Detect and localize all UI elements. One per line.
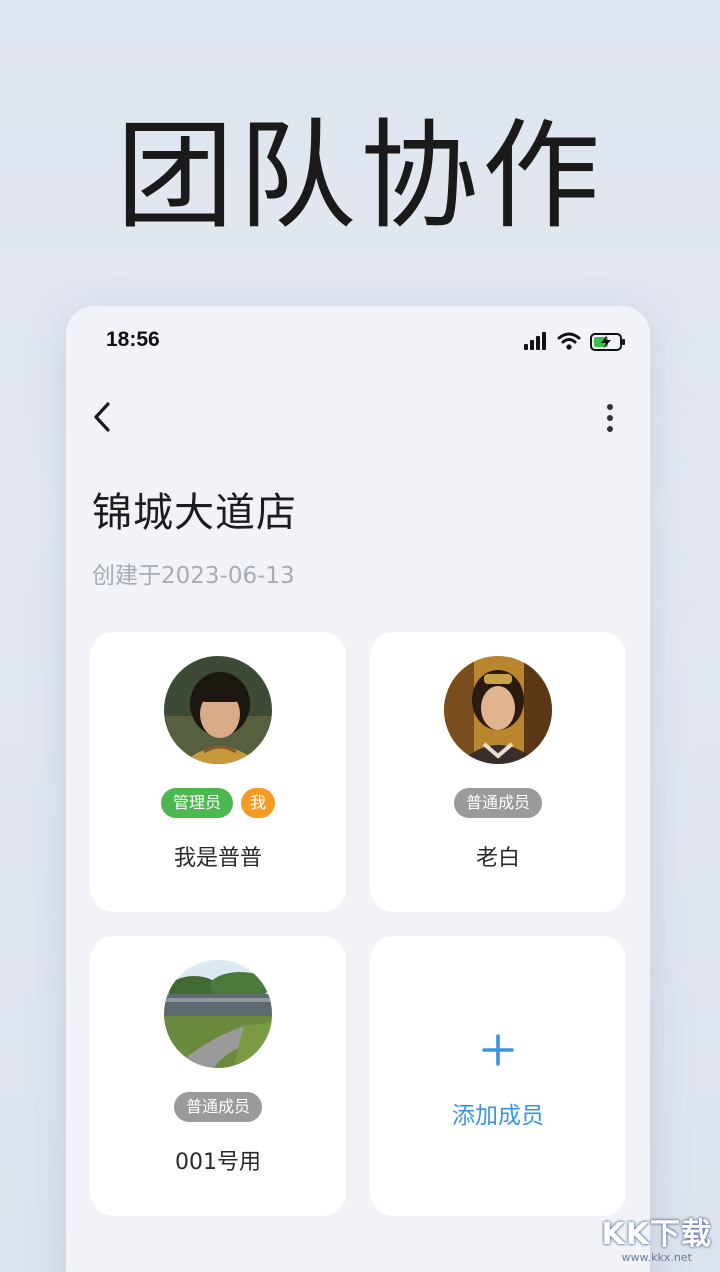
store-title: 锦城大道店 xyxy=(92,490,297,536)
status-icons xyxy=(524,330,628,352)
status-time: 18:56 xyxy=(106,328,160,351)
wifi-icon xyxy=(557,332,581,350)
badge-group: 普通成员 xyxy=(90,1092,346,1122)
admin-badge: 管理员 xyxy=(160,788,233,818)
member-card[interactable]: 普通成员 001号用 xyxy=(90,936,346,1216)
chevron-left-icon xyxy=(94,402,110,432)
badge-group: 管理员 我 xyxy=(90,788,346,818)
member-name: 001号用 xyxy=(175,1150,261,1175)
plus-icon xyxy=(482,1034,514,1066)
watermark-logo: KK下载 xyxy=(601,1217,712,1252)
badge-group: 普通成员 xyxy=(370,788,626,818)
me-badge: 我 xyxy=(241,788,276,818)
member-name: 老白 xyxy=(475,846,520,871)
created-date: 创建于2023-06-13 xyxy=(92,563,295,589)
add-member-button[interactable]: 添加成员 xyxy=(370,936,626,1216)
avatar xyxy=(444,656,552,764)
member-role-badge: 普通成员 xyxy=(453,788,542,818)
status-bar: 18:56 xyxy=(66,306,650,376)
member-card[interactable]: 普通成员 老白 xyxy=(370,632,626,912)
more-vertical-icon xyxy=(607,404,613,432)
add-member-label: 添加成员 xyxy=(452,1103,544,1129)
member-name: 我是普普 xyxy=(173,846,262,871)
avatar xyxy=(164,960,272,1068)
member-card[interactable]: 管理员 我 我是普普 xyxy=(90,632,346,912)
battery-charging-icon xyxy=(590,333,625,351)
hero-title: 团队协作 xyxy=(115,107,604,245)
back-button[interactable] xyxy=(88,400,118,434)
phone-screen: 18:56 锦城大道店 创建于2023-06-13 管理员 我 我是普普 普通成… xyxy=(66,306,650,1272)
avatar xyxy=(164,656,272,764)
signal-icon xyxy=(524,332,546,350)
more-options-button[interactable] xyxy=(600,402,620,434)
watermark: KK下载 www.kkx.net xyxy=(602,1209,713,1264)
member-role-badge: 普通成员 xyxy=(173,1092,262,1122)
